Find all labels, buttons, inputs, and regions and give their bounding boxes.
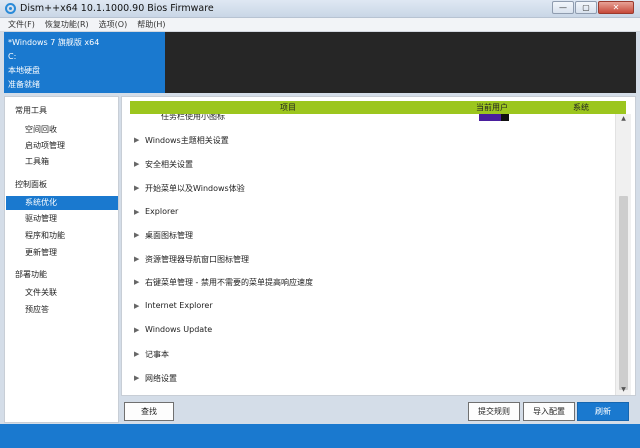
- maximize-button[interactable]: ▢: [575, 1, 597, 14]
- scroll-thumb[interactable]: [619, 196, 628, 390]
- list-item[interactable]: ▶ 记事本: [122, 347, 622, 363]
- drive-type: 本地硬盘: [8, 66, 40, 75]
- expand-arrow-icon[interactable]: ▶: [134, 302, 139, 310]
- expand-arrow-icon[interactable]: ▶: [134, 278, 139, 286]
- scroll-up-icon[interactable]: ▲: [616, 114, 631, 124]
- menu-restore[interactable]: 恢复功能(R): [45, 18, 89, 31]
- sidebar-group-common-tools: 常用工具: [15, 106, 47, 115]
- list-item-partial: 任务栏使用小图标: [161, 114, 225, 121]
- expand-arrow-icon[interactable]: ▶: [134, 231, 139, 239]
- submit-rules-button[interactable]: 提交规则: [468, 402, 520, 421]
- sidebar-item-unattend[interactable]: 预应答: [6, 303, 118, 317]
- os-name: *Windows 7 旗舰版 x64: [8, 38, 100, 47]
- system-info-panel[interactable]: *Windows 7 旗舰版 x64 C: 本地硬盘 准备就绪: [4, 32, 165, 93]
- expand-arrow-icon[interactable]: ▶: [134, 350, 139, 358]
- sidebar-group-control-panel: 控制面板: [15, 180, 47, 189]
- expand-arrow-icon[interactable]: ▶: [134, 160, 139, 168]
- expand-arrow-icon[interactable]: ▶: [134, 208, 139, 216]
- list-item[interactable]: ▶ 安全相关设置: [122, 157, 622, 173]
- minimize-button[interactable]: —: [552, 1, 574, 14]
- expand-arrow-icon[interactable]: ▶: [134, 255, 139, 263]
- table-header: 项目 当前用户 系统: [130, 101, 626, 114]
- sidebar-item-space-cleanup[interactable]: 空间回收: [6, 123, 118, 137]
- menu-help[interactable]: 帮助(H): [137, 18, 165, 31]
- optimize-panel: 项目 当前用户 系统 任务栏使用小图标 ▶ Windows主题相关设置 ▶ 安全…: [121, 96, 636, 396]
- sidebar-item-system-optimize[interactable]: 系统优化: [6, 196, 118, 210]
- sidebar-group-deploy: 部署功能: [15, 270, 47, 279]
- list-item[interactable]: ▶ 右键菜单管理 - 禁用不需要的菜单提高响应速度: [122, 275, 622, 291]
- menu-options[interactable]: 选项(O): [99, 18, 128, 31]
- list-item[interactable]: ▶ 网络设置: [122, 371, 622, 387]
- expand-arrow-icon[interactable]: ▶: [134, 136, 139, 144]
- column-system[interactable]: 系统: [573, 101, 589, 114]
- sidebar-item-programs[interactable]: 程序和功能: [6, 229, 118, 243]
- column-item[interactable]: 项目: [280, 101, 296, 114]
- vertical-scrollbar[interactable]: ▲ ▼: [615, 114, 631, 395]
- list-item[interactable]: ▶ Explorer: [122, 205, 622, 221]
- list-item[interactable]: ▶ 开始菜单以及Windows体验: [122, 181, 622, 197]
- sidebar-item-toolbox[interactable]: 工具箱: [6, 155, 118, 169]
- toggle-switch[interactable]: [479, 114, 509, 121]
- sidebar-item-driver-manager[interactable]: 驱动管理: [6, 212, 118, 226]
- title-bar: Dism++x64 10.1.1000.90 Bios Firmware — ▢…: [0, 0, 640, 18]
- sidebar-item-update-manager[interactable]: 更新管理: [6, 246, 118, 260]
- session-panel: [165, 32, 636, 93]
- sidebar-item-startup-manager[interactable]: 启动项管理: [6, 139, 118, 153]
- window-controls: — ▢ ✕: [552, 1, 634, 14]
- list-item[interactable]: ▶ 资源管理器导航窗口图标管理: [122, 252, 622, 268]
- column-current-user[interactable]: 当前用户: [476, 101, 508, 114]
- list-item[interactable]: ▶ Windows主题相关设置: [122, 133, 622, 149]
- import-config-button[interactable]: 导入配置: [523, 402, 575, 421]
- drive-letter: C:: [8, 52, 17, 61]
- close-button[interactable]: ✕: [598, 1, 634, 14]
- status-text: 准备就绪: [8, 80, 40, 89]
- app-icon: [5, 3, 16, 14]
- expand-arrow-icon[interactable]: ▶: [134, 374, 139, 382]
- sidebar: 常用工具 空间回收 启动项管理 工具箱 控制面板 系统优化 驱动管理 程序和功能…: [4, 96, 119, 423]
- expand-arrow-icon[interactable]: ▶: [134, 326, 139, 334]
- list-item[interactable]: ▶ 桌面图标管理: [122, 228, 622, 244]
- status-bar: [0, 424, 640, 448]
- list-item[interactable]: ▶ Internet Explorer: [122, 299, 622, 315]
- refresh-button[interactable]: 刷新: [577, 402, 629, 421]
- sidebar-item-file-association[interactable]: 文件关联: [6, 286, 118, 300]
- expand-arrow-icon[interactable]: ▶: [134, 184, 139, 192]
- list-item[interactable]: ▶ Windows Update: [122, 323, 622, 339]
- scroll-down-icon[interactable]: ▼: [616, 385, 631, 395]
- menu-bar: 文件(F) 恢复功能(R) 选项(O) 帮助(H): [0, 18, 640, 32]
- window-title: Dism++x64 10.1.1000.90 Bios Firmware: [20, 3, 214, 14]
- settings-list: 任务栏使用小图标 ▶ Windows主题相关设置 ▶ 安全相关设置 ▶ 开始菜单…: [122, 114, 622, 396]
- search-button[interactable]: 查找: [124, 402, 174, 421]
- menu-file[interactable]: 文件(F): [8, 18, 35, 31]
